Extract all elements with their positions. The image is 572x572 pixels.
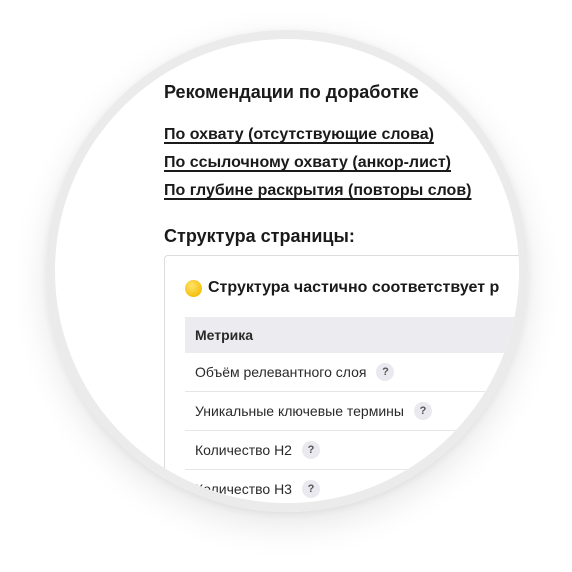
help-icon[interactable]: ? — [376, 363, 395, 381]
recommendations-title: Рекомендации по доработке — [164, 82, 419, 102]
recommendations-links: По охвату (отсутствующие слова) По ссыло… — [164, 121, 472, 205]
table-row: Количество H3 ? — [185, 470, 519, 503]
table-row: Уникальные ключевые термины ? — [185, 392, 519, 431]
table-header-metric: Метрика — [185, 317, 519, 353]
table-row: Количество H2 ? — [185, 431, 519, 470]
structure-title: Структура страницы: — [164, 226, 355, 246]
metric-label: Уникальные ключевые термины — [195, 403, 404, 419]
metric-label: Объём релевантного слоя — [195, 364, 367, 380]
yellow-circle-icon — [185, 279, 202, 297]
link-coverage[interactable]: По охвату (отсутствующие слова) — [164, 121, 472, 149]
structure-status: Структура частично соответствует р — [185, 279, 499, 297]
structure-status-text: Структура частично соответствует р — [208, 279, 500, 296]
metric-label: Количество H2 — [195, 442, 292, 458]
help-icon[interactable]: ? — [301, 441, 320, 459]
link-depth[interactable]: По глубине раскрытия (повторы слов) — [164, 177, 472, 205]
metric-label: Количество H3 — [195, 481, 292, 497]
table-row: Объём релевантного слоя ? — [185, 353, 519, 392]
help-icon[interactable]: ? — [301, 480, 320, 498]
magnifier-lens: Рекомендации по доработке По охвату (отс… — [46, 30, 528, 512]
metrics-table: Метрика Объём релевантного слоя ? Уникал… — [185, 317, 519, 503]
link-anchor-coverage[interactable]: По ссылочному охвату (анкор-лист) — [164, 149, 472, 177]
help-icon[interactable]: ? — [413, 402, 432, 420]
